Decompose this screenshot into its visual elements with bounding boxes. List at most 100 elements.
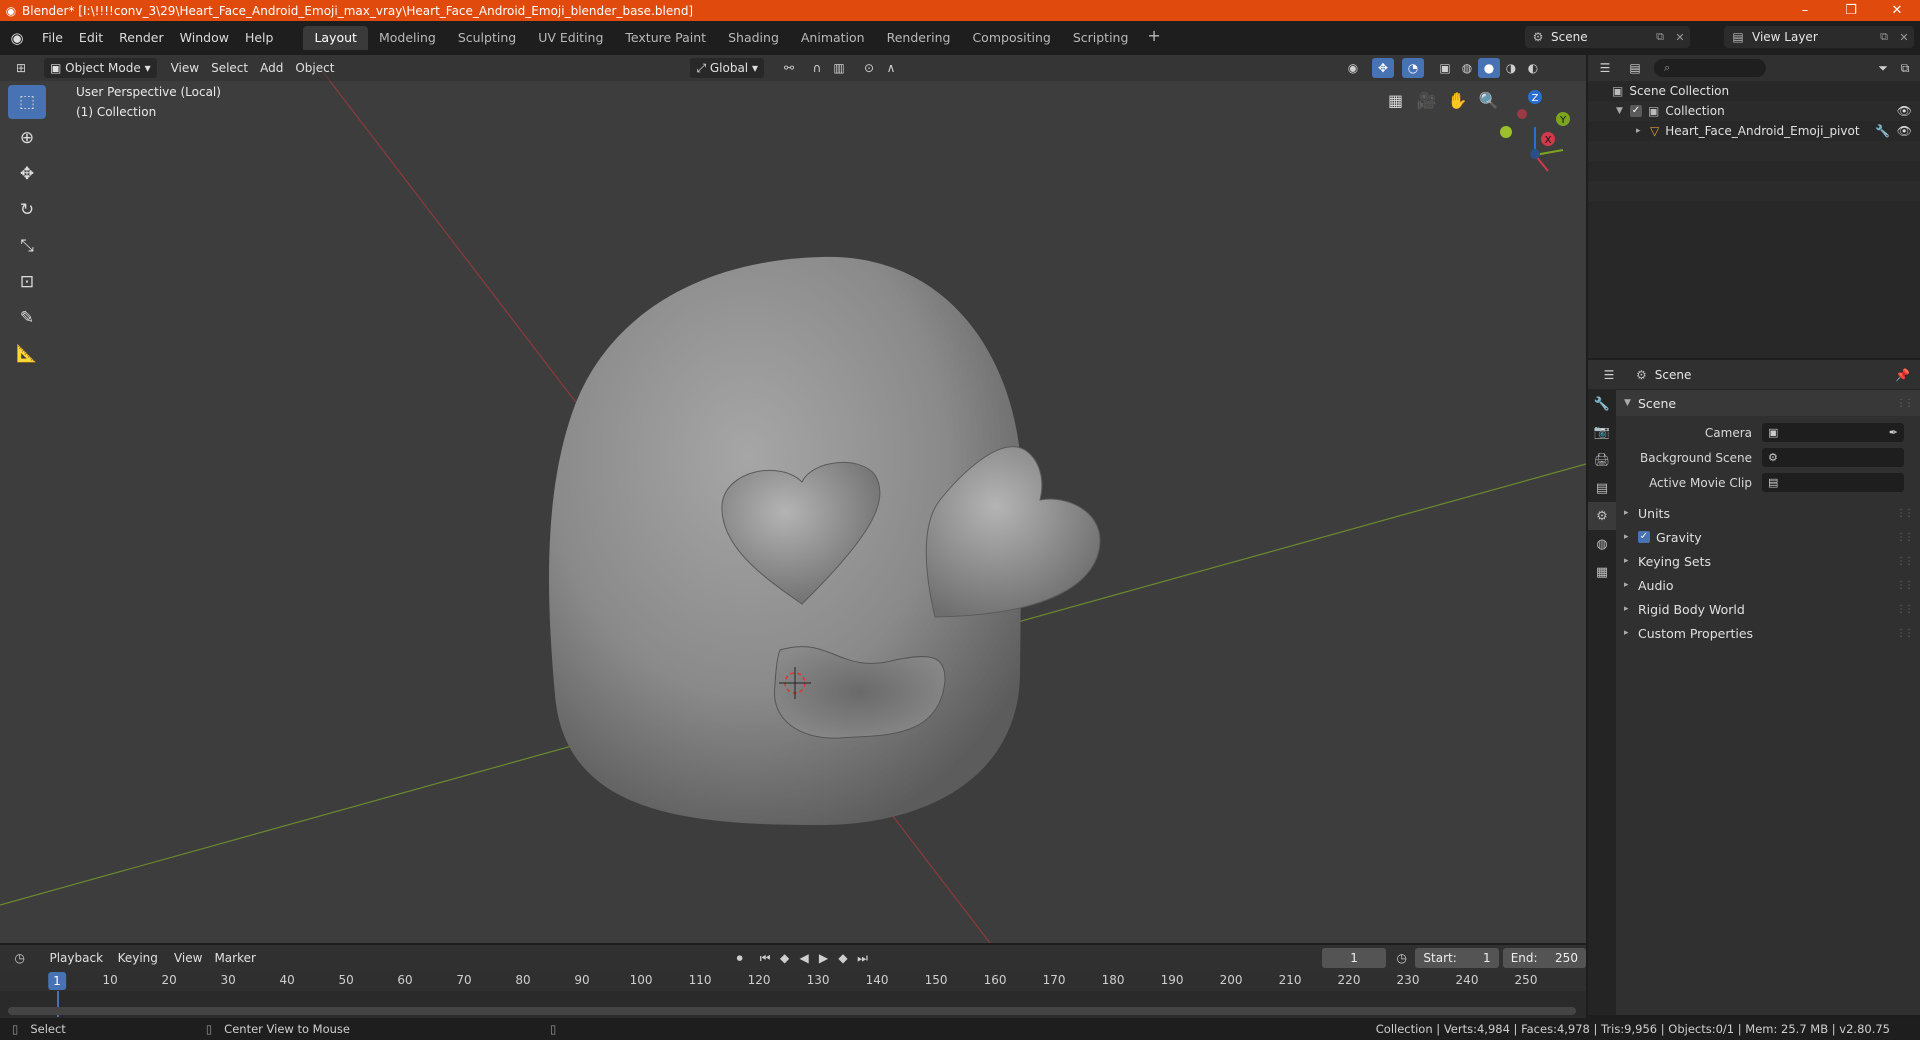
camera-view-icon[interactable]: 🎥 <box>1411 85 1442 115</box>
outliner-search-input[interactable]: ⌕ <box>1654 59 1766 77</box>
new-collection-icon[interactable]: ⧉ <box>1894 58 1916 78</box>
outliner-row-scene-collection[interactable]: ▣ Scene Collection <box>1588 81 1920 101</box>
cursor-tool-icon[interactable]: ⊕ <box>8 121 46 155</box>
audio-panel[interactable]: ▸ Audio ⋮⋮ <box>1616 573 1920 597</box>
tab-compositing[interactable]: Compositing <box>961 26 1061 50</box>
select-box-icon[interactable]: ⬚ <box>8 85 46 119</box>
current-frame-field[interactable]: 1 <box>1322 948 1386 968</box>
pivot-icon[interactable]: ⚯ <box>778 58 800 78</box>
menu-help[interactable]: Help <box>237 27 282 49</box>
object-expand-arrow-icon[interactable]: ▸ <box>1636 126 1650 136</box>
wireframe-shading-icon[interactable]: ◍ <box>1456 58 1478 78</box>
play-icon[interactable]: ▶ <box>814 948 833 968</box>
rotate-tool-icon[interactable]: ↻ <box>8 193 46 227</box>
collection-checkbox[interactable]: ✓ <box>1630 105 1642 117</box>
scene-selector[interactable]: ⚙ Scene ⧉ ✕ <box>1525 26 1690 48</box>
eyedropper-icon[interactable]: ✒ <box>1889 426 1898 439</box>
new-scene-icon[interactable]: ⧉ <box>1650 30 1670 44</box>
drag-grip-icon[interactable]: ⋮⋮ <box>1896 604 1914 615</box>
minimize-button[interactable]: – <box>1782 3 1828 18</box>
tab-layout[interactable]: Layout <box>303 26 368 50</box>
menu-timeline-view[interactable]: View <box>168 948 208 968</box>
play-reverse-icon[interactable]: ◀ <box>794 948 813 968</box>
remove-view-layer-icon[interactable]: ✕ <box>1894 31 1914 44</box>
gizmo-toggle-icon[interactable]: ✥ <box>1371 58 1394 78</box>
menu-edit[interactable]: Edit <box>71 27 111 49</box>
scale-tool-icon[interactable]: ⤡ <box>8 229 46 263</box>
preview-range-icon[interactable]: ◷ <box>1392 948 1411 968</box>
gravity-panel[interactable]: ▸ ✓ Gravity ⋮⋮ <box>1616 525 1920 549</box>
3d-viewport[interactable]: Z Y X ⊞ ▣ Object Mode ▾ View Select Add … <box>0 55 1586 943</box>
snap-target-icon[interactable]: ▥ <box>828 58 850 78</box>
transform-tool-icon[interactable]: ⊡ <box>8 265 46 299</box>
view-layer-tab-icon[interactable]: ▤ <box>1588 474 1616 502</box>
custom-properties-panel[interactable]: ▸ Custom Properties ⋮⋮ <box>1616 621 1920 645</box>
snap-icon[interactable]: ∩ <box>806 58 828 78</box>
display-mode-icon[interactable]: ▤ <box>1624 58 1646 78</box>
outliner-row-object[interactable]: ▸ ▽ Heart_Face_Android_Emoji_pivot 🔧 👁 <box>1588 121 1920 141</box>
pan-view-icon[interactable]: ✋ <box>1442 85 1473 115</box>
drag-grip-icon[interactable]: ⋮⋮ <box>1896 398 1914 409</box>
tab-rendering[interactable]: Rendering <box>876 26 962 50</box>
blender-menu-icon[interactable]: ◉ <box>0 29 34 47</box>
menu-add[interactable]: Add <box>254 58 289 78</box>
new-view-layer-icon[interactable]: ⧉ <box>1874 30 1894 44</box>
drag-grip-icon[interactable]: ⋮⋮ <box>1896 556 1914 567</box>
tool-tab-icon[interactable]: 🔧 <box>1588 390 1616 418</box>
zoom-view-icon[interactable]: 🔍 <box>1473 85 1504 115</box>
falloff-icon[interactable]: ∧ <box>880 58 902 78</box>
scene-tab-icon[interactable]: ⚙ <box>1588 502 1616 530</box>
next-keyframe-icon[interactable]: ◆ <box>833 948 852 968</box>
menu-window[interactable]: Window <box>172 27 237 49</box>
tab-sculpting[interactable]: Sculpting <box>447 26 527 50</box>
record-icon[interactable]: ⏺ <box>730 948 749 968</box>
orientation-selector[interactable]: ⤢ Global ▾ <box>690 58 764 78</box>
filter-icon[interactable]: ⏷ <box>1872 58 1894 78</box>
rendered-shading-icon[interactable]: ◐ <box>1522 58 1544 78</box>
menu-marker[interactable]: Marker <box>208 948 261 968</box>
editor-type-icon[interactable]: ⊞ <box>10 58 32 78</box>
annotate-tool-icon[interactable]: ✎ <box>8 301 46 335</box>
menu-playback[interactable]: Playback ▾ <box>43 948 111 985</box>
tab-modeling[interactable]: Modeling <box>368 26 447 50</box>
menu-select[interactable]: Select <box>205 58 254 78</box>
timeline-editor-icon[interactable]: ◷ <box>10 948 29 968</box>
camera-field[interactable]: ▣ ✒ <box>1762 423 1904 442</box>
jump-start-icon[interactable]: ⏮ <box>755 948 774 968</box>
background-scene-field[interactable]: ⚙ <box>1762 448 1904 467</box>
maximize-button[interactable]: ❐ <box>1828 3 1874 18</box>
menu-file[interactable]: File <box>34 27 71 49</box>
menu-keying[interactable]: Keying ▾ <box>112 948 168 985</box>
outliner-row-collection[interactable]: ▼ ✓ ▣ Collection 👁 <box>1588 101 1920 121</box>
tab-texture-paint[interactable]: Texture Paint <box>614 26 717 50</box>
start-frame-field[interactable]: Start: 1 <box>1415 948 1499 968</box>
units-panel[interactable]: ▸ Units ⋮⋮ <box>1616 501 1920 525</box>
close-button[interactable]: ✕ <box>1874 3 1920 18</box>
gravity-checkbox[interactable]: ✓ <box>1638 531 1650 543</box>
tab-scripting[interactable]: Scripting <box>1062 26 1140 50</box>
menu-object[interactable]: Object <box>289 58 340 78</box>
tab-shading[interactable]: Shading <box>717 26 790 50</box>
timeline-scrollbar[interactable] <box>8 1007 1576 1015</box>
menu-view[interactable]: View <box>165 58 205 78</box>
output-tab-icon[interactable]: 🖨 <box>1588 446 1616 474</box>
tab-animation[interactable]: Animation <box>790 26 876 50</box>
menu-render[interactable]: Render <box>111 27 172 49</box>
pin-icon[interactable]: 📌 <box>1895 368 1910 382</box>
rigid-body-world-panel[interactable]: ▸ Rigid Body World ⋮⋮ <box>1616 597 1920 621</box>
properties-editor-icon[interactable]: ☰ <box>1598 365 1620 385</box>
remove-scene-icon[interactable]: ✕ <box>1670 31 1690 44</box>
xray-icon[interactable]: ▣ <box>1434 58 1456 78</box>
material-shading-icon[interactable]: ◑ <box>1500 58 1522 78</box>
add-workspace-icon[interactable]: + <box>1139 26 1168 50</box>
prev-keyframe-icon[interactable]: ◆ <box>775 948 794 968</box>
object-visibility-icon[interactable]: 👁 <box>1897 124 1912 138</box>
render-tab-icon[interactable]: 📷 <box>1588 418 1616 446</box>
outliner-editor-icon[interactable]: ☰ <box>1594 58 1616 78</box>
visibility-icon[interactable]: ◉ <box>1342 58 1364 78</box>
end-frame-field[interactable]: End: 250 <box>1502 948 1586 968</box>
collection-visibility-icon[interactable]: 👁 <box>1897 104 1912 118</box>
world-tab-icon[interactable]: ◍ <box>1588 530 1616 558</box>
mode-selector[interactable]: ▣ Object Mode ▾ <box>44 58 157 78</box>
movie-clip-field[interactable]: ▤ <box>1762 473 1904 492</box>
